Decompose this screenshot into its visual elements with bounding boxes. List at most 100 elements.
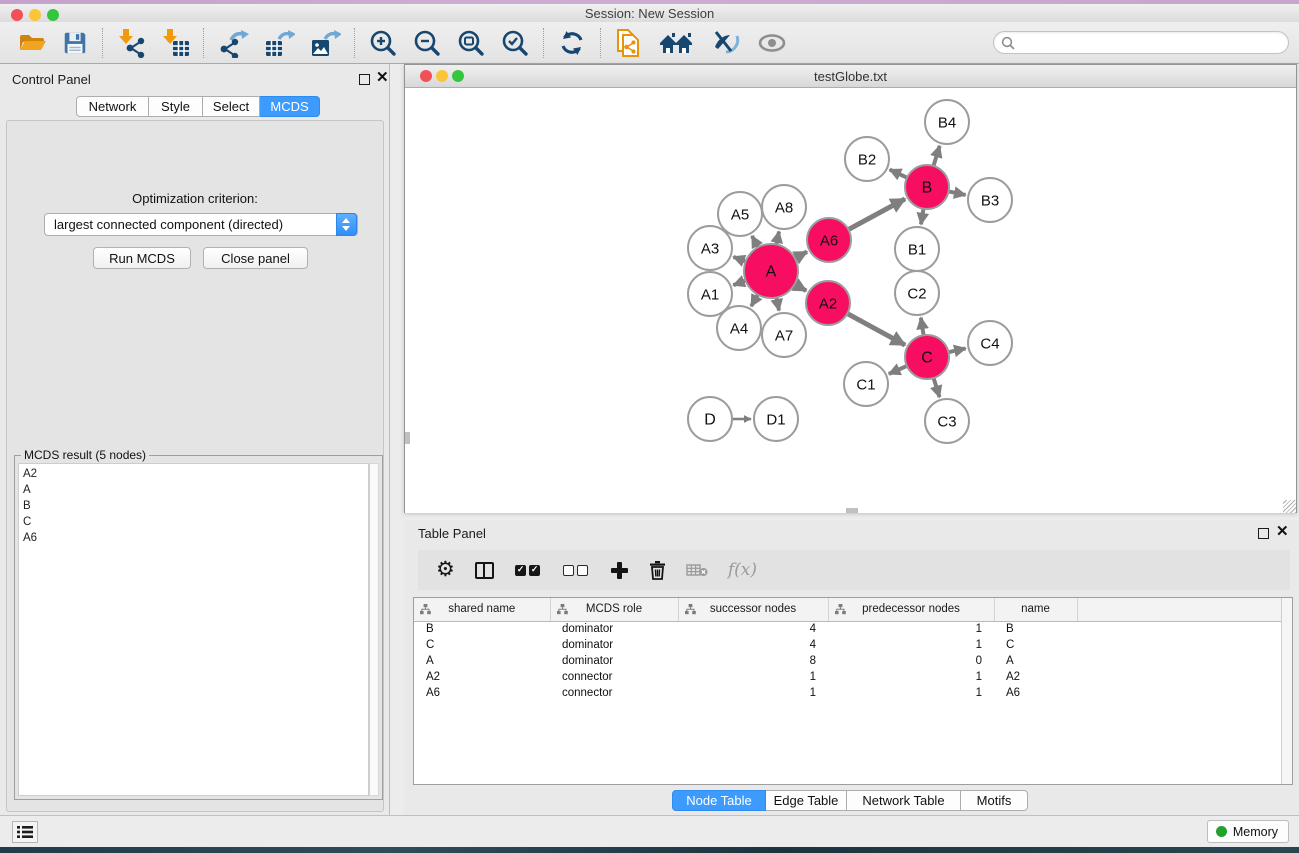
table-cell[interactable]: A6 — [994, 685, 1077, 701]
refresh-button[interactable] — [550, 26, 594, 60]
memory-button[interactable]: Memory — [1207, 820, 1289, 843]
table-cell[interactable]: C — [414, 637, 550, 653]
table-cell[interactable]: A2 — [414, 669, 550, 685]
table-cell[interactable]: 4 — [678, 637, 828, 653]
edge-A-A7[interactable] — [776, 297, 779, 310]
node-D[interactable]: D — [688, 397, 732, 441]
table-cell[interactable]: connector — [550, 669, 678, 685]
zoom-selected-button[interactable] — [493, 26, 537, 60]
table-row[interactable]: A2connector11A2 — [414, 669, 1283, 685]
edge-A-A4[interactable] — [751, 295, 758, 307]
table-cell[interactable]: 0 — [828, 653, 994, 669]
edge-A2-C[interactable] — [847, 314, 905, 345]
edge-C-C1[interactable] — [889, 366, 907, 374]
horizontal-scroll-indicator[interactable] — [846, 508, 858, 513]
edge-A-A5[interactable] — [752, 236, 758, 247]
column-header-successor-nodes[interactable]: successor nodes — [678, 598, 828, 621]
node-A1[interactable]: A1 — [688, 272, 732, 316]
first-neighbors-button[interactable] — [651, 26, 703, 60]
table-cell[interactable]: 1 — [828, 637, 994, 653]
table-row[interactable]: Bdominator41B — [414, 621, 1283, 637]
import-network-button[interactable] — [109, 26, 153, 60]
zoom-out-button[interactable] — [405, 26, 449, 60]
edge-B-B4[interactable] — [933, 146, 939, 166]
criterion-dropdown[interactable]: largest connected component (directed) — [44, 213, 358, 236]
node-C1[interactable]: C1 — [844, 362, 888, 406]
network-graph[interactable]: B4B2BB3A8A5A6A3B1AC2A1A2A4A7C4CC1DD1C3 — [405, 89, 1296, 513]
result-list-item[interactable]: A — [23, 482, 368, 498]
tab-network[interactable]: Network — [76, 96, 149, 117]
table-close-panel-icon[interactable]: ✕ — [1276, 523, 1289, 541]
table-cell[interactable]: 1 — [828, 669, 994, 685]
node-C[interactable]: C — [905, 335, 949, 379]
table-cell[interactable]: A — [994, 653, 1077, 669]
table-cell[interactable]: 4 — [678, 621, 828, 637]
search-input[interactable] — [1018, 33, 1278, 52]
result-list-item[interactable]: B — [23, 498, 368, 514]
node-A3[interactable]: A3 — [688, 226, 732, 270]
column-header-shared-name[interactable]: shared name — [414, 598, 550, 621]
export-table-button[interactable] — [256, 26, 302, 60]
table-cell[interactable]: B — [994, 621, 1077, 637]
table-cell[interactable]: dominator — [550, 653, 678, 669]
node-A[interactable]: A — [744, 244, 798, 298]
node-A2[interactable]: A2 — [806, 281, 850, 325]
network-from-file-button[interactable] — [607, 26, 651, 60]
table-cell[interactable]: A — [414, 653, 550, 669]
table-cell[interactable]: 1 — [828, 621, 994, 637]
column-header-name[interactable]: name — [994, 598, 1077, 621]
node-B2[interactable]: B2 — [845, 137, 889, 181]
tab-style[interactable]: Style — [149, 96, 203, 117]
close-panel-icon[interactable]: ✕ — [376, 69, 389, 87]
open-session-button[interactable] — [10, 26, 54, 60]
table-row[interactable]: A6connector11A6 — [414, 685, 1283, 701]
zoom-fit-button[interactable] — [449, 26, 493, 60]
node-D1[interactable]: D1 — [754, 397, 798, 441]
zoom-in-button[interactable] — [361, 26, 405, 60]
tab-motifs[interactable]: Motifs — [961, 790, 1028, 811]
export-image-button[interactable] — [302, 26, 348, 60]
table-cell[interactable]: C — [994, 637, 1077, 653]
node-B1[interactable]: B1 — [895, 227, 939, 271]
table-cell[interactable]: 8 — [678, 653, 828, 669]
column-header-MCDS-role[interactable]: MCDS role — [550, 598, 678, 621]
mcds-result-list[interactable]: A2ABCA6 — [18, 463, 369, 796]
edge-A-A6[interactable] — [795, 252, 807, 258]
float-panel-icon[interactable] — [359, 74, 370, 85]
table-cell[interactable]: A2 — [994, 669, 1077, 685]
edge-B-B3[interactable] — [949, 191, 966, 195]
edge-A-A3[interactable] — [733, 257, 745, 262]
node-B4[interactable]: B4 — [925, 100, 969, 144]
save-session-button[interactable] — [54, 26, 96, 60]
add-column-button[interactable] — [600, 552, 639, 588]
edge-B-B1[interactable] — [921, 209, 924, 225]
task-history-button[interactable] — [12, 821, 38, 843]
column-header-predecessor-nodes[interactable]: predecessor nodes — [828, 598, 994, 621]
table-cell[interactable]: connector — [550, 685, 678, 701]
node-A6[interactable]: A6 — [807, 218, 851, 262]
network-window-titlebar[interactable]: testGlobe.txt — [405, 65, 1296, 88]
search-field[interactable] — [993, 31, 1289, 54]
table-cell[interactable]: B — [414, 621, 550, 637]
edge-A-A1[interactable] — [733, 281, 745, 286]
tab-edge-table[interactable]: Edge Table — [766, 790, 847, 811]
tab-select[interactable]: Select — [203, 96, 260, 117]
result-list-item[interactable]: A6 — [23, 530, 368, 546]
table-cell[interactable]: A6 — [414, 685, 550, 701]
edge-A6-B[interactable] — [848, 199, 905, 230]
table-cell[interactable]: 1 — [678, 685, 828, 701]
table-row[interactable]: Adominator80A — [414, 653, 1283, 669]
column-settings-button[interactable]: ⚙ — [426, 552, 465, 588]
result-list-item[interactable]: A2 — [23, 466, 368, 482]
node-C2[interactable]: C2 — [895, 271, 939, 315]
tab-mcds[interactable]: MCDS — [260, 96, 320, 117]
edge-A-A8[interactable] — [776, 231, 779, 244]
edge-B-B2[interactable] — [890, 170, 907, 178]
node-C3[interactable]: C3 — [925, 399, 969, 443]
deselect-all-button[interactable] — [552, 552, 600, 588]
tab-network-table[interactable]: Network Table — [847, 790, 961, 811]
close-panel-button[interactable]: Close panel — [203, 247, 308, 269]
edge-C-C2[interactable] — [921, 318, 924, 336]
delete-column-button[interactable] — [639, 552, 676, 588]
delete-table-button[interactable] — [676, 552, 718, 588]
